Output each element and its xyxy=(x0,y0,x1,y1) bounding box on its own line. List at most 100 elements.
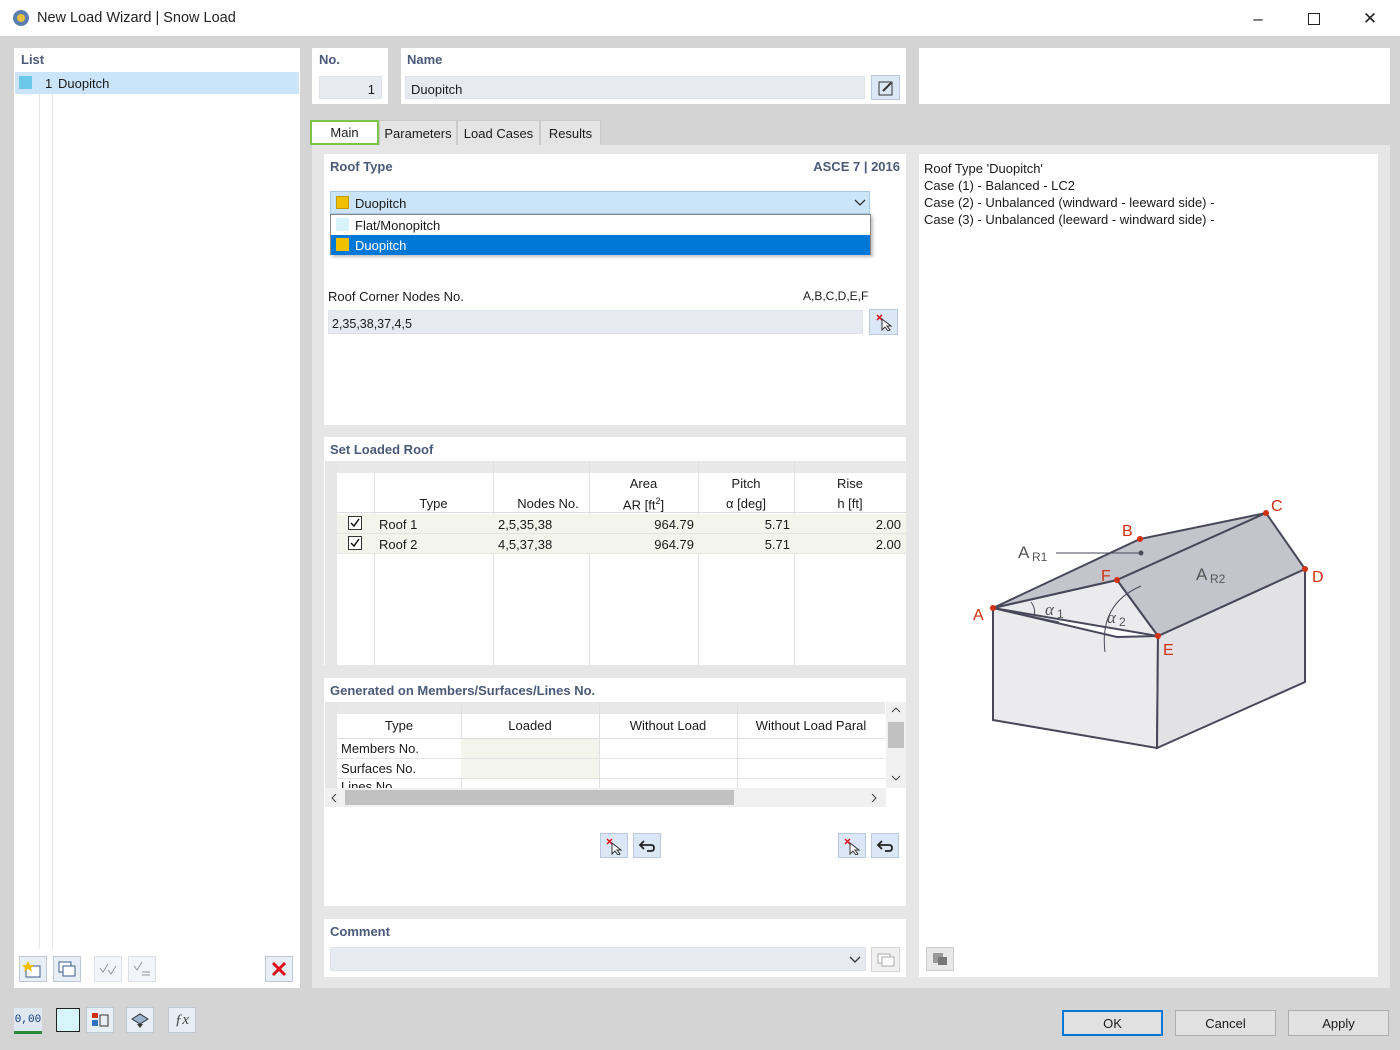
comment-header: Comment xyxy=(330,924,390,939)
point-c xyxy=(1263,510,1269,516)
close-button[interactable]: ✕ xyxy=(1342,0,1398,37)
roof-type-select[interactable]: Duopitch xyxy=(330,191,870,214)
number-field[interactable]: 1 xyxy=(319,76,382,99)
col-area-top: Area xyxy=(629,476,658,491)
scroll-up-icon[interactable] xyxy=(891,706,901,714)
copy-item-button[interactable] xyxy=(53,956,81,982)
row-area: 964.79 xyxy=(654,517,694,532)
roof-type-header: Roof Type xyxy=(330,159,393,174)
name-field[interactable]: Duopitch xyxy=(405,76,865,99)
chevron-down-icon[interactable] xyxy=(849,955,861,965)
list-item[interactable]: 1 Duopitch xyxy=(15,72,299,94)
row-area: 964.79 xyxy=(654,537,694,552)
function-icon: ƒx xyxy=(174,1011,190,1028)
point-e xyxy=(1155,633,1161,639)
new-item-icon xyxy=(23,961,41,978)
tab-parameters[interactable]: Parameters xyxy=(379,120,457,145)
display-settings-button[interactable] xyxy=(86,1007,114,1033)
row-rise: 2.00 xyxy=(875,517,901,532)
col-pitch-top: Pitch xyxy=(731,476,761,491)
pick-cursor-icon xyxy=(844,837,861,855)
list-item-label: Duopitch xyxy=(58,76,110,91)
row-pitch: 5.71 xyxy=(764,537,790,552)
label-alpha1: α xyxy=(1045,600,1055,619)
label-a: A xyxy=(973,607,984,624)
comment-field[interactable] xyxy=(330,947,866,971)
gen-row-members: Members No. xyxy=(341,741,420,756)
units-button[interactable]: 0,00 xyxy=(14,1008,42,1034)
edit-name-button[interactable] xyxy=(871,75,900,100)
gen-col-without-load-parallel: Without Load Paral xyxy=(755,718,867,733)
maximize-icon xyxy=(1308,12,1320,25)
scroll-down-icon[interactable] xyxy=(891,774,901,782)
name-label: Name xyxy=(407,52,443,67)
reset-loaded-button[interactable] xyxy=(633,833,661,858)
table-row[interactable]: Roof 2 4,5,37,38 964.79 5.71 2.00 xyxy=(337,534,906,554)
label-b: B xyxy=(1122,523,1133,540)
delete-item-button[interactable] xyxy=(265,956,293,982)
diagram-export-button[interactable] xyxy=(926,947,954,971)
list-item-number: 1 xyxy=(45,76,53,91)
tab-load-cases[interactable]: Load Cases xyxy=(457,120,540,145)
comment-section: Comment xyxy=(324,919,906,977)
roof-type-swatch xyxy=(336,196,349,209)
option-duopitch[interactable]: Duopitch xyxy=(331,235,870,255)
label-ar1: A xyxy=(1018,543,1030,562)
row-nodes: 2,5,35,38 xyxy=(498,517,553,532)
new-item-button[interactable] xyxy=(19,956,47,982)
gen-col-loaded: Loaded xyxy=(508,718,552,733)
col-rise-top: Rise xyxy=(836,476,863,491)
ok-button[interactable]: OK xyxy=(1062,1010,1163,1036)
label-f: F xyxy=(1101,568,1111,585)
roof-type-value: Duopitch xyxy=(355,196,407,211)
point-a xyxy=(990,605,996,611)
app-icon xyxy=(13,10,29,26)
row-checkbox[interactable] xyxy=(348,516,362,530)
label-ar2: A xyxy=(1196,565,1208,584)
ar1-leader-dot xyxy=(1138,550,1144,556)
color-button[interactable] xyxy=(56,1008,80,1032)
corner-nodes-field[interactable]: 2,35,38,37,4,5 xyxy=(328,310,863,334)
maximize-button[interactable] xyxy=(1286,0,1342,37)
comment-library-button[interactable] xyxy=(871,947,900,972)
number-label: No. xyxy=(319,52,340,67)
horizontal-scrollbar[interactable] xyxy=(325,788,886,807)
scroll-left-icon[interactable] xyxy=(330,793,338,803)
pick-loaded-button[interactable] xyxy=(600,833,628,858)
label-ar2-sub: R2 xyxy=(1210,572,1226,586)
col-type-header: Type xyxy=(419,496,448,511)
scroll-right-icon[interactable] xyxy=(870,793,878,803)
option-flat-monopitch[interactable]: Flat/Monopitch xyxy=(331,215,870,235)
check-all-button[interactable] xyxy=(94,956,122,982)
view-button[interactable] xyxy=(126,1007,154,1033)
pick-nodes-button[interactable] xyxy=(869,309,898,335)
check-all-icon xyxy=(99,963,117,975)
formula-button[interactable]: ƒx xyxy=(168,1007,196,1033)
tab-main[interactable]: Main xyxy=(310,120,379,145)
gen-row-lines: Lines No. xyxy=(341,781,396,788)
gen-row-surfaces: Surfaces No. xyxy=(341,761,417,776)
vertical-scrollbar[interactable] xyxy=(886,702,906,788)
table-row[interactable]: Roof 1 2,5,35,38 964.79 5.71 2.00 xyxy=(337,514,906,534)
corner-nodes-label: Roof Corner Nodes No. xyxy=(328,289,464,304)
row-header-strip xyxy=(325,461,337,665)
scroll-thumb[interactable] xyxy=(888,722,904,748)
cancel-button[interactable]: Cancel xyxy=(1175,1010,1276,1036)
option-label: Duopitch xyxy=(355,238,407,253)
minimize-button[interactable]: – xyxy=(1230,0,1286,37)
row-checkbox[interactable] xyxy=(348,536,362,550)
chevron-down-icon xyxy=(854,199,866,206)
tab-results[interactable]: Results xyxy=(540,120,601,145)
reset-without-load-button[interactable] xyxy=(871,833,899,858)
flat-swatch xyxy=(336,218,349,231)
hscroll-thumb[interactable] xyxy=(345,790,734,805)
uncheck-button[interactable] xyxy=(128,956,156,982)
point-b xyxy=(1137,536,1143,542)
label-c: C xyxy=(1271,498,1283,515)
uncheck-icon xyxy=(133,961,150,976)
undo-arrow-icon xyxy=(638,839,655,852)
label-alpha2: α xyxy=(1107,608,1117,627)
pick-without-load-button[interactable] xyxy=(838,833,866,858)
apply-button[interactable]: Apply xyxy=(1288,1010,1389,1036)
list-header: List xyxy=(21,52,45,67)
